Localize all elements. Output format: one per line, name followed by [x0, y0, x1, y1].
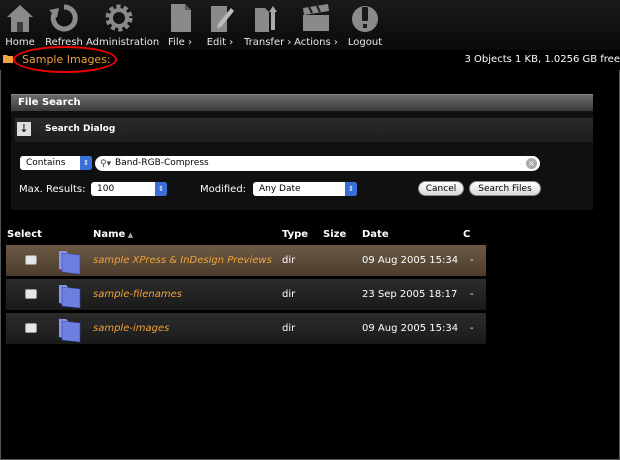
gear-icon: [105, 4, 133, 32]
updown-icon: ⇕: [155, 182, 167, 196]
clear-icon[interactable]: ×: [526, 158, 537, 169]
folder-icon: [59, 319, 81, 343]
search-icon[interactable]: ⚲▾: [100, 157, 111, 172]
file-label: File: [168, 37, 185, 48]
column-name[interactable]: Name ▲: [93, 229, 133, 240]
table-row[interactable]: sample-images dir 09 Aug 2005 15:34 -: [6, 313, 486, 344]
match-mode-value: Contains: [26, 158, 66, 168]
file-menu[interactable]: File ›: [164, 0, 196, 50]
file-icon: [171, 4, 191, 32]
file-date: 09 Aug 2005 15:34: [362, 323, 459, 334]
search-input[interactable]: ⚲▾ Band-RGB-Compress ×: [95, 156, 540, 171]
logout-label: Logout: [347, 37, 383, 48]
transfer-icon: [255, 6, 277, 32]
highlight-circle: [13, 46, 117, 73]
search-files-button[interactable]: Search Files: [469, 181, 541, 196]
column-size[interactable]: Size: [323, 229, 346, 240]
edit-icon: [211, 6, 234, 32]
transfer-menu[interactable]: Transfer ›: [244, 0, 292, 50]
match-mode-select[interactable]: Contains ⇕: [20, 156, 92, 170]
menu-arrow: ›: [287, 37, 292, 48]
search-dialog-bar[interactable]: ↓ Search Dialog: [15, 118, 593, 142]
max-results-select[interactable]: 100 ⇕: [91, 182, 167, 196]
file-date: 09 Aug 2005 15:34: [362, 255, 459, 266]
search-dialog-title: Search Dialog: [45, 124, 116, 134]
file-type: dir: [282, 289, 296, 300]
file-type: dir: [282, 323, 296, 334]
file-name-link[interactable]: sample-filenames: [93, 289, 182, 300]
menu-arrow: ›: [187, 37, 192, 48]
table-row[interactable]: sample XPress & InDesign Previews dir 09…: [6, 245, 486, 276]
clapper-icon: [303, 4, 329, 31]
folder-icon: [59, 251, 81, 275]
folder-up-icon[interactable]: [3, 54, 13, 63]
collapse-arrow-icon[interactable]: ↓: [17, 122, 31, 136]
modified-select[interactable]: Any Date ⇕: [253, 182, 357, 196]
menu-arrow: ›: [333, 37, 338, 48]
sort-ascending-icon: ▲: [125, 231, 134, 239]
column-date[interactable]: Date: [362, 229, 389, 240]
max-results-value: 100: [97, 184, 115, 194]
modified-label: Modified:: [200, 184, 247, 195]
column-type[interactable]: Type: [282, 229, 308, 240]
file-c: -: [470, 323, 474, 334]
edit-label: Edit: [206, 37, 227, 48]
updown-icon: ⇕: [345, 182, 357, 196]
updown-icon: ⇕: [80, 156, 92, 170]
file-name-link[interactable]: sample XPress & InDesign Previews: [93, 255, 272, 266]
row-checkbox[interactable]: [25, 289, 37, 299]
home-icon: [7, 5, 33, 32]
row-checkbox[interactable]: [25, 255, 37, 265]
table-row[interactable]: sample-filenames dir 23 Sep 2005 18:17 -: [6, 279, 486, 310]
administration-label: Administration: [86, 37, 160, 48]
row-checkbox[interactable]: [25, 323, 37, 333]
administration-button[interactable]: Administration: [86, 0, 160, 50]
search-query: Band-RGB-Compress: [115, 158, 209, 168]
actions-label: Actions: [294, 37, 331, 48]
home-button[interactable]: Home: [0, 0, 40, 50]
file-search-header: File Search: [11, 94, 593, 111]
max-results-label: Max. Results:: [19, 184, 86, 195]
refresh-icon: [49, 4, 78, 32]
column-c[interactable]: C: [463, 229, 470, 240]
edit-menu[interactable]: Edit ›: [204, 0, 236, 50]
file-search-title: File Search: [18, 97, 81, 108]
home-label: Home: [5, 37, 35, 48]
actions-menu[interactable]: Actions ›: [294, 0, 338, 50]
folder-status: 3 Objects 1 KB, 1.0256 GB free: [464, 54, 620, 65]
cancel-button[interactable]: Cancel: [418, 181, 464, 196]
refresh-button[interactable]: Refresh: [44, 0, 84, 50]
modified-value: Any Date: [259, 184, 301, 194]
file-c: -: [470, 255, 474, 266]
column-select[interactable]: Select: [7, 229, 42, 240]
logout-button[interactable]: Logout: [345, 0, 385, 50]
folder-icon: [59, 285, 81, 309]
file-date: 23 Sep 2005 18:17: [362, 289, 458, 300]
toolbar: Home Refresh Administration File › Edit …: [0, 0, 620, 50]
file-c: -: [470, 289, 474, 300]
menu-arrow: ›: [229, 37, 234, 48]
file-type: dir: [282, 255, 296, 266]
transfer-label: Transfer: [244, 37, 285, 48]
power-icon: [352, 6, 378, 32]
column-name-label: Name: [93, 229, 126, 240]
file-name-link[interactable]: sample-images: [93, 323, 169, 334]
